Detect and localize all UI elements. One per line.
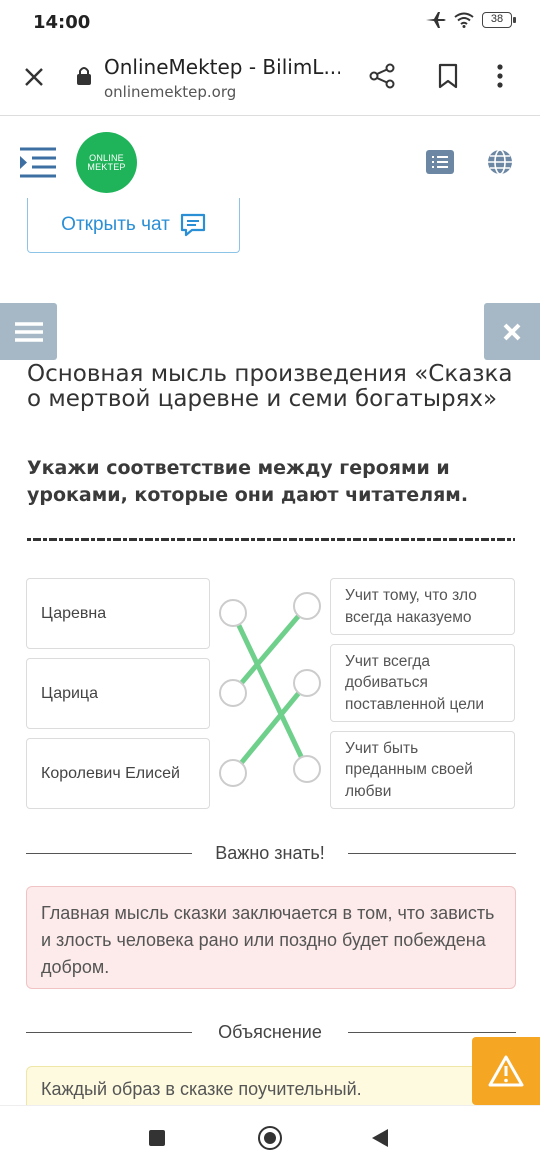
warning-icon bbox=[488, 1055, 524, 1087]
hamburger-icon bbox=[14, 321, 43, 342]
left-anchor-dot[interactable] bbox=[219, 759, 247, 787]
match-left-label: Царица bbox=[41, 684, 98, 702]
explanation-heading: Объяснение bbox=[218, 1022, 322, 1042]
status-icons: 38 bbox=[426, 12, 516, 28]
lock-icon bbox=[77, 67, 91, 85]
share-icon[interactable] bbox=[368, 62, 396, 90]
match-connections bbox=[219, 592, 321, 787]
left-anchor-dot[interactable] bbox=[219, 679, 247, 707]
sidebar-toggle-icon[interactable] bbox=[20, 147, 56, 179]
system-navigation-bar bbox=[0, 1105, 540, 1170]
divider-line bbox=[26, 1032, 192, 1033]
left-anchor-dot[interactable] bbox=[219, 599, 247, 627]
status-time: 14:00 bbox=[33, 12, 91, 33]
match-left-item[interactable]: Королевич Елисей bbox=[26, 738, 210, 809]
right-anchor-dot[interactable] bbox=[293, 755, 321, 783]
content-menu-button[interactable] bbox=[0, 303, 57, 360]
browser-page-title: OnlineMektep - BilimL... bbox=[104, 55, 340, 79]
open-chat-label: Открыть чат bbox=[61, 214, 170, 235]
match-right-label: Учит тому, что зло всегда наказуемо bbox=[345, 587, 477, 626]
recent-apps-button[interactable] bbox=[149, 1130, 165, 1146]
right-anchor-dot[interactable] bbox=[293, 669, 321, 697]
site-header: ONLINE MEKTEP bbox=[0, 117, 540, 209]
divider-line bbox=[26, 853, 192, 854]
dashed-divider bbox=[27, 538, 515, 541]
home-button[interactable] bbox=[258, 1126, 282, 1150]
browser-toolbar: OnlineMektep - BilimL... onlinemektep.or… bbox=[0, 46, 540, 116]
match-left-item[interactable]: Царевна bbox=[26, 578, 210, 649]
match-left-label: Царевна bbox=[41, 604, 107, 622]
page-title: Основная мысль произведения «Сказка о ме… bbox=[27, 361, 513, 412]
wifi-icon bbox=[454, 12, 474, 28]
task-question: Укажи соответствие между героями и урока… bbox=[27, 457, 469, 506]
chat-bubble-icon bbox=[180, 213, 205, 237]
airplane-mode-icon bbox=[426, 12, 446, 28]
match-right-label: Учит быть преданным своей любви bbox=[345, 739, 473, 800]
close-panel-button[interactable] bbox=[484, 303, 540, 360]
close-tab-button[interactable] bbox=[18, 61, 50, 93]
list-icon[interactable] bbox=[426, 150, 454, 174]
bookmark-icon[interactable] bbox=[436, 62, 460, 90]
browser-url[interactable]: onlinemektep.org bbox=[104, 83, 236, 101]
match-right-label: Учит всегда добиваться поставленной цели bbox=[345, 652, 485, 713]
match-right-item[interactable]: Учит тому, что зло всегда наказуемо bbox=[330, 578, 515, 635]
explanation-divider: Объяснение bbox=[26, 1022, 516, 1042]
match-left-label: Королевич Елисей bbox=[41, 764, 180, 782]
back-button[interactable] bbox=[372, 1129, 388, 1147]
logo-text-mektep: MEKTEP bbox=[87, 161, 126, 172]
online-mektep-logo[interactable]: ONLINE MEKTEP bbox=[76, 132, 137, 193]
language-globe-icon[interactable] bbox=[486, 148, 514, 176]
explanation-note: Каждый образ в сказке поучительный. bbox=[26, 1066, 491, 1106]
status-bar: 14:00 38 bbox=[0, 0, 540, 46]
important-heading: Важно знать! bbox=[215, 843, 325, 863]
divider-line bbox=[348, 853, 516, 854]
match-left-item[interactable]: Царица bbox=[26, 658, 210, 729]
match-right-item[interactable]: Учит всегда добиваться поставленной цели bbox=[330, 644, 515, 722]
close-icon bbox=[25, 68, 43, 86]
right-anchor-dot[interactable] bbox=[293, 592, 321, 620]
important-note: Главная мысль сказки заключается в том, … bbox=[26, 886, 516, 989]
important-divider: Важно знать! bbox=[26, 843, 516, 863]
close-icon bbox=[503, 323, 521, 340]
divider-line bbox=[348, 1032, 516, 1033]
battery-icon: 38 bbox=[482, 12, 516, 28]
more-options-icon[interactable] bbox=[496, 62, 504, 90]
match-right-item[interactable]: Учит быть преданным своей любви bbox=[330, 731, 515, 809]
open-chat-button[interactable]: Открыть чат bbox=[27, 198, 240, 253]
report-problem-button[interactable] bbox=[472, 1037, 540, 1105]
